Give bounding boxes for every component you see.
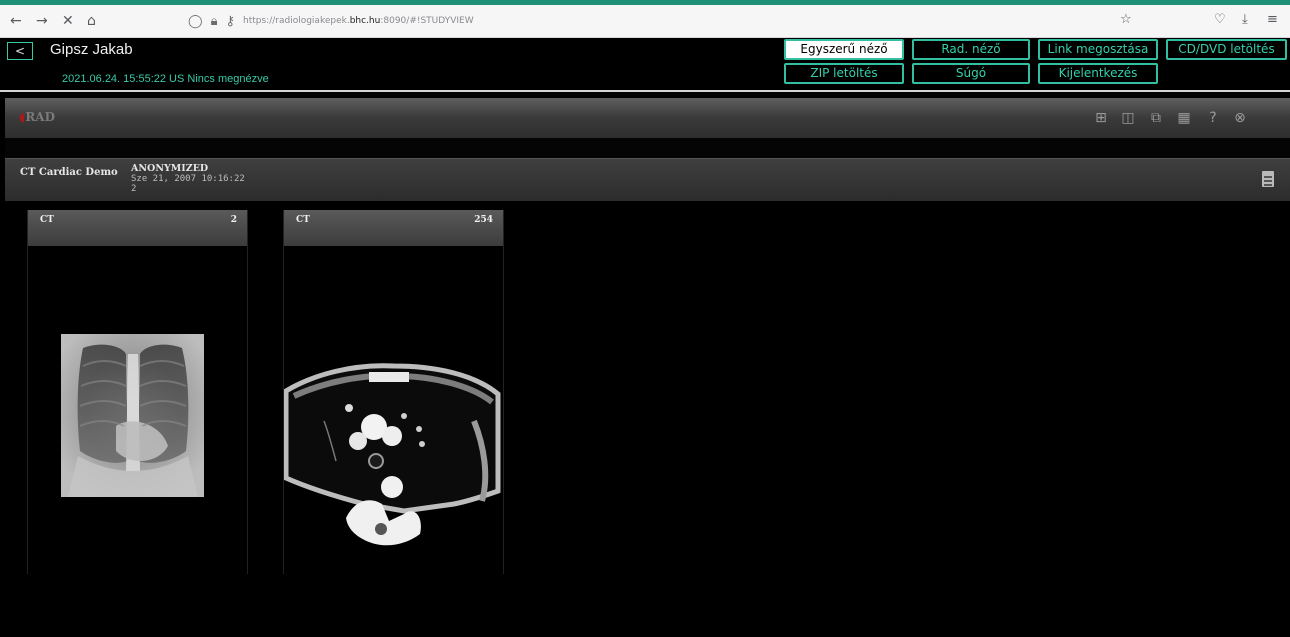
series-image-count: 2	[230, 215, 237, 225]
star-icon[interactable]: ☆	[1120, 12, 1132, 27]
patient-name: Gipsz Jakab	[50, 41, 133, 58]
series-modality: CT	[296, 215, 310, 225]
series-thumbnail-1[interactable]: CT 2	[27, 210, 248, 574]
layout-icon[interactable]: ◫	[1120, 110, 1136, 126]
study-date: Sze 21, 2007 10:16:22	[131, 174, 245, 184]
download-icon[interactable]: ⤓	[1242, 12, 1248, 27]
series-header: CT 2	[28, 210, 247, 246]
pocket-icon[interactable]: ♡	[1214, 12, 1226, 27]
study-info: 2021.06.24. 15:55:22 US Nincs megnézve	[62, 73, 269, 85]
app-header: < Gipsz Jakab 2021.06.24. 15:55:22 US Ni…	[0, 38, 1290, 92]
address-bar[interactable]: ◯ 🔒︎ ⚷ https://radiologiakepek.bhc.hu:80…	[188, 10, 1088, 32]
link-share-button[interactable]: Link megosztása	[1038, 39, 1158, 60]
series-image-chest-xray	[28, 246, 247, 574]
close-icon[interactable]: ✕	[62, 12, 74, 30]
back-icon[interactable]: ←	[10, 12, 22, 30]
browser-toolbar: ← → ✕ ⌂ ◯ 🔒︎ ⚷ https://radiologiakepek.b…	[0, 5, 1290, 38]
study-viewer: ◖RAD ⊞ ◫ ⧉ ▦ ? ⊗ CT Cardiac Demo ANONYMI…	[0, 92, 1290, 637]
viewer-separator	[5, 138, 1290, 158]
back-button[interactable]: <	[7, 42, 33, 60]
rad-viewer-button[interactable]: Rad. néző	[912, 39, 1030, 60]
series-image-count: 254	[474, 215, 493, 225]
viewer-toolbar: ◖RAD ⊞ ◫ ⧉ ▦ ? ⊗	[5, 98, 1290, 138]
key-icon: ⚷	[225, 13, 236, 29]
shield-icon: ◯	[188, 13, 203, 29]
home-icon[interactable]: ⌂	[87, 12, 96, 30]
rad-logo: ◖RAD	[19, 110, 56, 124]
study-patient: ANONYMIZED	[131, 163, 209, 174]
grid-icon[interactable]: ▦	[1176, 110, 1192, 126]
lock-icon: 🔒︎	[210, 13, 218, 29]
open-window-icon[interactable]: ⧉	[1148, 110, 1164, 126]
series-image-ct-slice	[284, 246, 503, 574]
simple-viewer-button[interactable]: Egyszerű néző	[784, 39, 904, 60]
study-number: 2	[131, 184, 137, 194]
series-header: CT 254	[284, 210, 503, 246]
report-icon[interactable]	[1262, 171, 1274, 187]
series-thumbnail-2[interactable]: CT 254	[283, 210, 504, 574]
help-button[interactable]: Súgó	[912, 63, 1030, 84]
close-viewer-icon[interactable]: ⊗	[1232, 110, 1248, 126]
series-modality: CT	[40, 215, 54, 225]
menu-icon[interactable]: ≡	[1267, 12, 1278, 27]
logout-button[interactable]: Kijelentkezés	[1038, 63, 1158, 84]
study-description: CT Cardiac Demo	[20, 167, 118, 178]
help-icon[interactable]: ?	[1205, 110, 1221, 126]
url-text: https://radiologiakepek.bhc.hu:8090/#!ST…	[243, 16, 474, 26]
zip-download-button[interactable]: ZIP letöltés	[784, 63, 904, 84]
forward-icon[interactable]: →	[36, 12, 48, 30]
cd-dvd-download-button[interactable]: CD/DVD letöltés	[1166, 39, 1287, 60]
study-row[interactable]: CT Cardiac Demo ANONYMIZED Sze 21, 2007 …	[5, 158, 1290, 201]
fullscreen-icon[interactable]: ⊞	[1093, 110, 1109, 126]
